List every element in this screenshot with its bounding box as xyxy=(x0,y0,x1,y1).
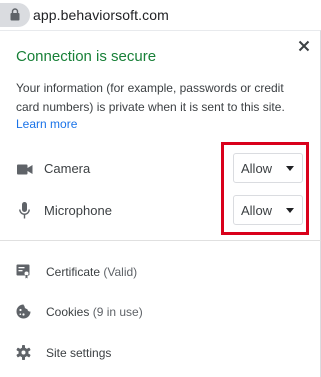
microphone-icon xyxy=(19,202,30,224)
certificate-link[interactable]: Certificate (Valid) xyxy=(46,265,137,279)
connection-title: Connection is secure xyxy=(16,48,157,65)
address-bar[interactable]: app.behaviorsoft.com xyxy=(0,0,321,30)
site-settings-link[interactable]: Site settings xyxy=(46,346,111,360)
url-text[interactable]: app.behaviorsoft.com xyxy=(33,7,169,23)
close-icon xyxy=(298,40,310,52)
cookies-link[interactable]: Cookies (9 in use) xyxy=(46,305,143,319)
connection-description: Your information (for example, passwords… xyxy=(16,81,285,114)
microphone-label: Microphone xyxy=(44,203,112,218)
annotation-highlight-box xyxy=(221,142,309,235)
close-button[interactable] xyxy=(296,38,312,54)
section-divider xyxy=(0,240,321,241)
learn-more-link[interactable]: Learn more xyxy=(16,117,77,131)
certificate-status: (Valid) xyxy=(103,265,138,279)
certificate-icon xyxy=(16,264,30,284)
cookie-icon xyxy=(16,304,31,324)
gear-icon xyxy=(16,345,31,365)
camera-label: Camera xyxy=(44,161,91,176)
site-info-button[interactable] xyxy=(0,3,30,27)
lock-icon xyxy=(10,8,20,21)
certificate-label: Certificate xyxy=(46,265,101,279)
cookies-label: Cookies xyxy=(46,305,90,319)
cookies-count: (9 in use) xyxy=(92,305,143,319)
camera-icon xyxy=(17,162,33,180)
